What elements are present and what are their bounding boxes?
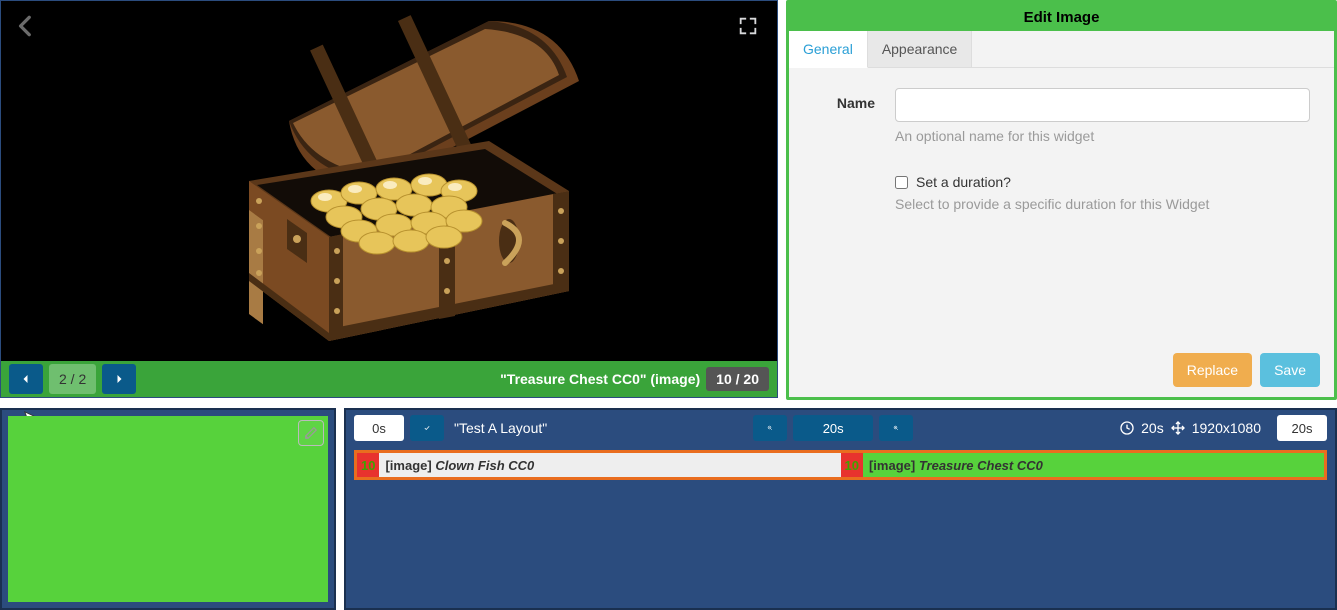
timeline-clip[interactable]: 10[image] Treasure Chest CC0 [841,453,1325,477]
layout-title: "Test A Layout" [454,420,547,436]
clock-icon [1119,420,1135,436]
duration-checkbox[interactable] [895,176,908,189]
preview-item-title: "Treasure Chest CC0" (image) [500,371,700,387]
zoom-level[interactable]: 20s [793,415,873,441]
timeline-clip[interactable]: 10[image] Clown Fish CC0 [357,453,841,477]
next-button[interactable] [102,364,136,394]
prev-button[interactable] [9,364,43,394]
back-icon[interactable] [13,13,39,39]
page-indicator: 2 / 2 [49,364,96,394]
name-input[interactable] [895,88,1310,122]
preview-item-count: 10 / 20 [706,367,769,391]
tab-appearance[interactable]: Appearance [868,31,973,67]
preview-image [169,1,609,361]
timeline-start: 0s [354,415,404,441]
timeline-panel: 0s "Test A Layout" 20s 20s 1 [344,408,1337,610]
clip-label: [image] Treasure Chest CC0 [863,458,1049,473]
replace-button[interactable]: Replace [1173,353,1252,387]
preview-canvas [1,1,777,361]
edit-panel-title: Edit Image [789,3,1334,31]
confirm-button[interactable] [410,415,444,441]
name-help-text: An optional name for this widget [895,128,1310,144]
timeline-end: 20s [1277,415,1327,441]
clip-label: [image] Clown Fish CC0 [379,458,540,473]
region-thumbnail-panel [0,408,336,610]
preview-footer: 2 / 2 "Treasure Chest CC0" (image) 10 / … [1,361,777,397]
zoom-out-button[interactable] [753,415,787,441]
edit-region-button[interactable] [298,420,324,446]
save-button[interactable]: Save [1260,353,1320,387]
total-duration: 20s [1141,420,1164,436]
clip-duration: 10 [357,453,379,477]
timeline-track[interactable]: 10[image] Clown Fish CC010[image] Treasu… [354,450,1327,480]
resolution: 1920x1080 [1192,420,1261,436]
edit-image-panel: Edit Image General Appearance Name An op… [786,0,1337,400]
duration-label: Set a duration? [916,174,1011,190]
preview-panel: 2 / 2 "Treasure Chest CC0" (image) 10 / … [0,0,778,398]
duration-help-text: Select to provide a specific duration fo… [895,196,1310,212]
move-icon [1170,420,1186,436]
tabs: General Appearance [789,31,1334,68]
zoom-in-button[interactable] [879,415,913,441]
clip-duration: 10 [841,453,863,477]
tab-general[interactable]: General [789,31,868,68]
region-thumbnail[interactable] [8,416,328,602]
name-label: Name [813,88,895,212]
fullscreen-icon[interactable] [737,15,759,37]
